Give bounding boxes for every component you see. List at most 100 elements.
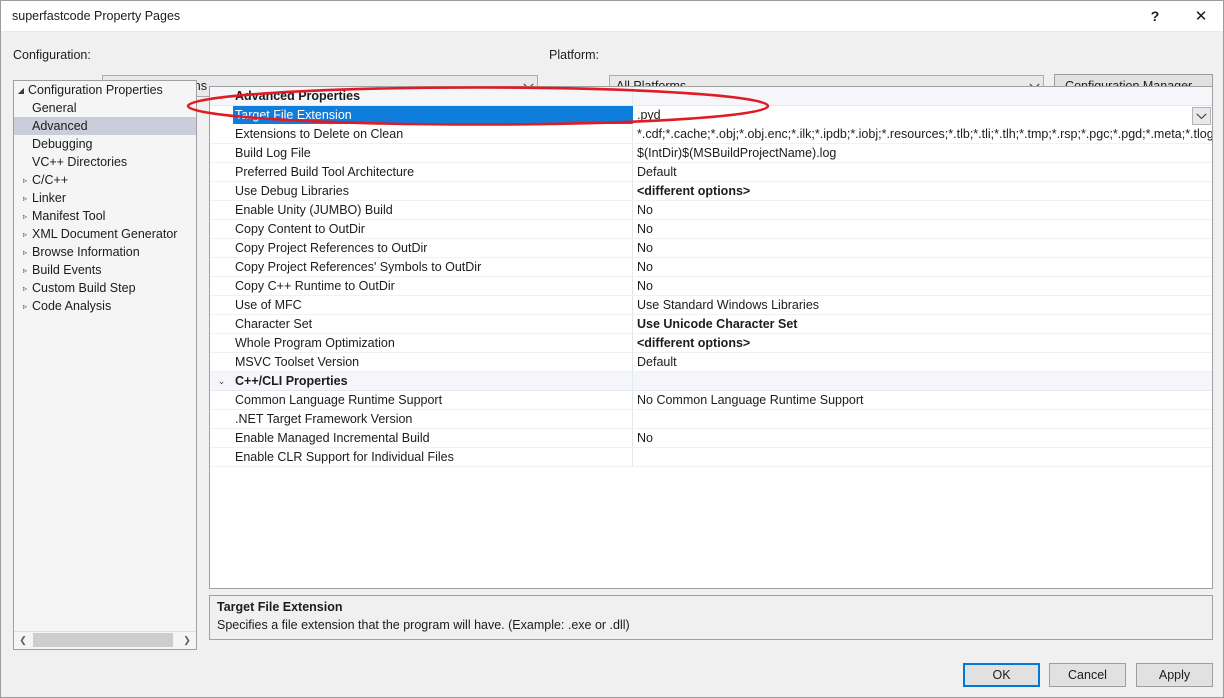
sidebar-item-xml-document-generator[interactable]: ▹ XML Document Generator [14, 225, 196, 243]
property-value [633, 87, 1212, 105]
property-value[interactable]: No [633, 220, 1212, 238]
property-row[interactable]: Target File Extension .pyd [210, 106, 1212, 125]
property-value[interactable]: <different options> [633, 182, 1212, 200]
sidebar-item-code-analysis[interactable]: ▹ Code Analysis [14, 297, 196, 315]
tree-expand-icon[interactable]: ▹ [14, 230, 28, 239]
sidebar-item-label: General [32, 101, 77, 115]
property-value[interactable] [633, 410, 1212, 428]
sidebar-item-c-c[interactable]: ▹ C/C++ [14, 171, 196, 189]
tree-expand-icon[interactable]: ▹ [14, 302, 28, 311]
property-value[interactable]: No [633, 277, 1212, 295]
property-row[interactable]: MSVC Toolset Version Default [210, 353, 1212, 372]
property-row[interactable]: Build Log File $(IntDir)$(MSBuildProjectN… [210, 144, 1212, 163]
sidebar-item-advanced[interactable]: Advanced [14, 117, 196, 135]
property-grid: ⌄ Advanced Properties Target File Extensio… [209, 86, 1213, 589]
tree-expand-icon[interactable]: ▹ [14, 284, 28, 293]
sidebar-item-configuration-properties[interactable]: ◢ Configuration Properties [14, 81, 196, 99]
sidebar-item-label: Build Events [32, 263, 102, 277]
row-gutter [210, 163, 233, 181]
ok-label: OK [992, 668, 1011, 682]
property-category-row[interactable]: ⌄ Advanced Properties [210, 87, 1212, 106]
scroll-right-icon[interactable]: ❯ [178, 632, 196, 649]
property-value[interactable]: No [633, 239, 1212, 257]
property-grid-rows: ⌄ Advanced Properties Target File Extensio… [210, 87, 1212, 467]
property-name: Enable Managed Incremental Build [233, 429, 633, 447]
chevron-down-icon [1196, 112, 1207, 119]
property-value[interactable]: *.cdf;*.cache;*.obj;*.obj.enc;*.ilk;*.ip… [633, 125, 1212, 143]
property-row[interactable]: Common Language Runtime Support No Common… [210, 391, 1212, 410]
property-row[interactable]: Preferred Build Tool Architecture Default [210, 163, 1212, 182]
property-value[interactable]: <different options> [633, 334, 1212, 352]
property-row[interactable]: Character Set Use Unicode Character Set [210, 315, 1212, 334]
sidebar-item-vc-directories[interactable]: VC++ Directories [14, 153, 196, 171]
property-description-panel: Target File Extension Specifies a file e… [209, 595, 1213, 640]
ok-button[interactable]: OK [963, 663, 1040, 687]
property-row[interactable]: Enable Managed Incremental Build No [210, 429, 1212, 448]
property-value[interactable]: Use Standard Windows Libraries [633, 296, 1212, 314]
category-collapse-icon[interactable]: ⌄ [210, 372, 233, 390]
property-value[interactable]: Default [633, 353, 1212, 371]
tree-expand-icon[interactable]: ▹ [14, 194, 28, 203]
tree-expand-icon[interactable]: ▹ [14, 176, 28, 185]
configuration-label: Configuration: [13, 48, 91, 62]
scroll-left-icon[interactable]: ❮ [14, 632, 32, 649]
property-row[interactable]: .NET Target Framework Version [210, 410, 1212, 429]
property-row[interactable]: Enable Unity (JUMBO) Build No [210, 201, 1212, 220]
sidebar-item-general[interactable]: General [14, 99, 196, 117]
property-row[interactable]: Enable CLR Support for Individual Files [210, 448, 1212, 467]
help-button[interactable]: ? [1133, 1, 1177, 31]
row-gutter [210, 125, 233, 143]
property-name: Copy Project References to OutDir [233, 239, 633, 257]
category-collapse-icon[interactable]: ⌄ [210, 87, 233, 105]
property-row[interactable]: Extensions to Delete on Clean *.cdf;*.cac… [210, 125, 1212, 144]
close-button[interactable]: ✕ [1179, 1, 1223, 31]
tree-collapse-icon[interactable]: ◢ [14, 86, 28, 95]
property-value[interactable]: No [633, 258, 1212, 276]
property-name: Enable Unity (JUMBO) Build [233, 201, 633, 219]
sidebar-item-manifest-tool[interactable]: ▹ Manifest Tool [14, 207, 196, 225]
value-dropdown-button[interactable] [1192, 107, 1211, 125]
sidebar-item-browse-information[interactable]: ▹ Browse Information [14, 243, 196, 261]
row-gutter [210, 220, 233, 238]
row-gutter [210, 239, 233, 257]
apply-button[interactable]: Apply [1136, 663, 1213, 687]
sidebar-item-label: Code Analysis [32, 299, 112, 313]
property-row[interactable]: Copy Content to OutDir No [210, 220, 1212, 239]
tree-horizontal-scrollbar[interactable]: ❮ ❯ [14, 631, 196, 649]
row-gutter [210, 391, 233, 409]
tree-expand-icon[interactable]: ▹ [14, 212, 28, 221]
cancel-button[interactable]: Cancel [1049, 663, 1126, 687]
scrollbar-track[interactable] [32, 632, 178, 649]
property-value[interactable]: .pyd [633, 106, 1212, 124]
sidebar-item-debugging[interactable]: Debugging [14, 135, 196, 153]
property-value[interactable]: No [633, 201, 1212, 219]
sidebar-item-label: Debugging [32, 137, 93, 151]
row-gutter [210, 144, 233, 162]
sidebar-item-custom-build-step[interactable]: ▹ Custom Build Step [14, 279, 196, 297]
sidebar-item-label: Custom Build Step [32, 281, 136, 295]
property-value[interactable]: No Common Language Runtime Support [633, 391, 1212, 409]
sidebar-item-linker[interactable]: ▹ Linker [14, 189, 196, 207]
property-value[interactable]: No [633, 429, 1212, 447]
property-value[interactable]: Use Unicode Character Set [633, 315, 1212, 333]
property-value[interactable] [633, 448, 1212, 466]
property-row[interactable]: Use of MFC Use Standard Windows Libraries [210, 296, 1212, 315]
configuration-toolbar: Configuration: All Configurations Platfo… [1, 32, 1223, 98]
property-row[interactable]: Whole Program Optimization <different opt… [210, 334, 1212, 353]
property-row[interactable]: Copy Project References' Symbols to OutD… [210, 258, 1212, 277]
scrollbar-thumb[interactable] [33, 633, 173, 647]
property-row[interactable]: Copy Project References to OutDir No [210, 239, 1212, 258]
property-name: Use of MFC [233, 296, 633, 314]
sidebar-item-label: C/C++ [32, 173, 69, 187]
property-row[interactable]: Use Debug Libraries <different options> [210, 182, 1212, 201]
property-name: Target File Extension [233, 106, 633, 124]
property-row[interactable]: Copy C++ Runtime to OutDir No [210, 277, 1212, 296]
property-value[interactable]: Default [633, 163, 1212, 181]
sidebar-item-build-events[interactable]: ▹ Build Events [14, 261, 196, 279]
close-icon: ✕ [1194, 6, 1208, 25]
tree-expand-icon[interactable]: ▹ [14, 266, 28, 275]
property-value [633, 372, 1212, 390]
tree-expand-icon[interactable]: ▹ [14, 248, 28, 257]
property-category-row[interactable]: ⌄ C++/CLI Properties [210, 372, 1212, 391]
property-value[interactable]: $(IntDir)$(MSBuildProjectName).log [633, 144, 1212, 162]
